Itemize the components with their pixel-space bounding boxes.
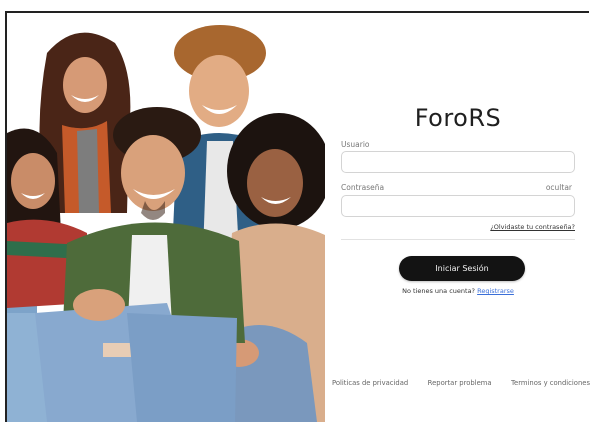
hero-group-photo: [7, 13, 325, 422]
register-link[interactable]: Registrarse: [477, 287, 514, 295]
login-button[interactable]: Iniciar Sesión: [399, 256, 525, 281]
forgot-password-link[interactable]: ¿Olvidaste tu contraseña?: [490, 223, 575, 231]
brand-title: ForoRS: [414, 104, 502, 132]
terms-link[interactable]: Terminos y condiciones: [511, 379, 590, 387]
form-divider: [341, 239, 575, 240]
register-prompt: No tienes una cuenta? Registrarse: [341, 287, 575, 295]
footer-links: Politicas de privacidad Reportar problem…: [332, 379, 590, 387]
no-account-text: No tienes una cuenta?: [402, 287, 476, 295]
hide-password-toggle[interactable]: ocultar: [546, 183, 572, 192]
username-label: Usuario: [341, 140, 370, 149]
password-label: Contraseña: [341, 183, 385, 192]
password-input[interactable]: [341, 195, 575, 217]
report-problem-link[interactable]: Reportar problema: [428, 379, 492, 387]
username-input[interactable]: [341, 151, 575, 173]
privacy-policy-link[interactable]: Politicas de privacidad: [332, 379, 408, 387]
